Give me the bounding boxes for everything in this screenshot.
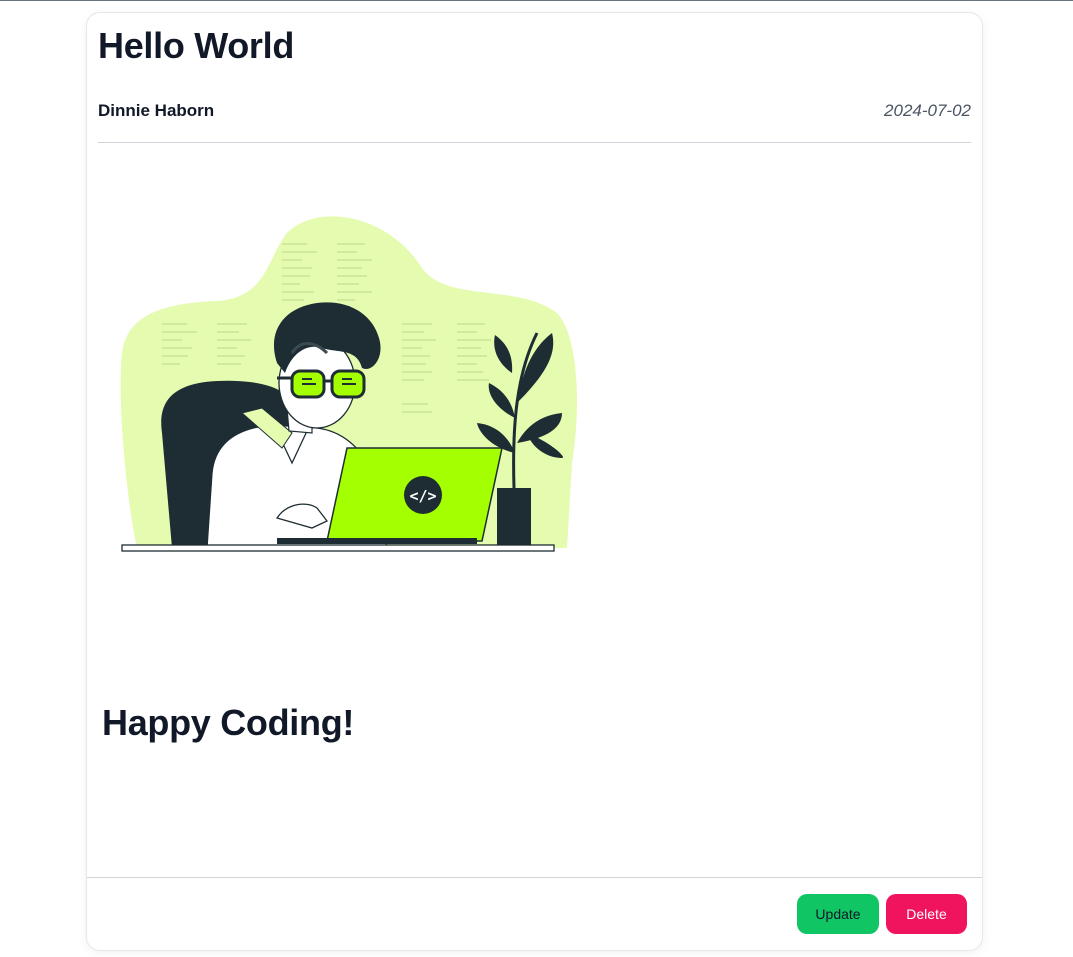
meta-divider (98, 142, 971, 143)
top-border (0, 0, 1073, 1)
post-date: 2024-07-02 (884, 101, 971, 120)
post-card: Hello World Dinnie Haborn 2024-07-02 </>… (86, 12, 983, 951)
update-button[interactable]: Update (797, 894, 879, 934)
author-name: Dinnie Haborn (98, 101, 215, 120)
code-symbol: </> (409, 487, 436, 505)
developer-coding-illustration: </> (120, 216, 577, 552)
footer-divider (87, 877, 982, 878)
desk (121, 544, 555, 552)
delete-button[interactable]: Delete (886, 894, 967, 934)
content-heading: Happy Coding! (102, 702, 355, 743)
post-title: Hello World (98, 25, 295, 66)
post-meta: Dinnie Haborn 2024-07-02 (98, 101, 971, 121)
